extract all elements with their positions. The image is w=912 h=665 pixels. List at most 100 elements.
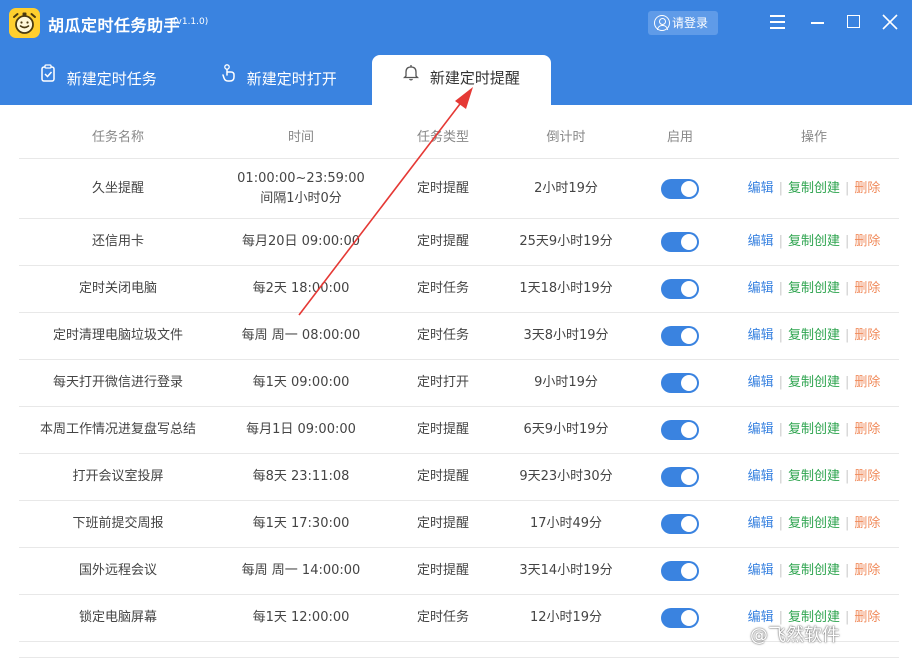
enable-toggle[interactable]	[661, 514, 699, 534]
enable-toggle-cell	[631, 360, 729, 406]
copy-create-link[interactable]: 复制创建	[788, 375, 840, 390]
task-actions: 编辑 | 复制创建 | 删除	[729, 454, 899, 500]
header-time: 时间	[287, 129, 314, 145]
task-actions: 编辑 | 复制创建 | 删除	[729, 266, 899, 312]
ops-separator: |	[845, 422, 850, 437]
ops-separator: |	[845, 328, 850, 343]
task-time: 每1天 17:30:00	[252, 516, 350, 531]
copy-create-link[interactable]: 复制创建	[788, 234, 840, 249]
tab-label: 新建定时任务	[66, 70, 157, 88]
enable-toggle-cell	[631, 407, 729, 453]
edit-link[interactable]: 编辑	[748, 328, 774, 343]
task-type: 定时提醒	[416, 234, 469, 249]
copy-create-link[interactable]: 复制创建	[788, 516, 840, 531]
ops-separator: |	[778, 328, 783, 343]
delete-link[interactable]: 删除	[854, 516, 880, 531]
ops-separator: |	[845, 180, 850, 196]
enable-toggle[interactable]	[661, 608, 699, 628]
table-row: 定时清理电脑垃圾文件 每周 周一 08:00:00 定时任务 3天8小时19分 编辑 | 复…	[19, 313, 899, 360]
enable-toggle[interactable]	[661, 279, 699, 299]
enable-toggle[interactable]	[661, 561, 699, 581]
bell-icon	[403, 53, 420, 100]
task-time: 每周 周一 14:00:00	[241, 563, 361, 578]
task-type: 定时提醒	[416, 563, 469, 578]
edit-link[interactable]: 编辑	[748, 516, 774, 531]
task-time: 每周 周一 08:00:00	[241, 328, 361, 343]
edit-link[interactable]: 编辑	[748, 234, 774, 249]
tab-label: 新建定时提醒	[429, 69, 520, 87]
enable-toggle[interactable]	[661, 373, 699, 393]
ops-separator: |	[845, 375, 850, 390]
enable-toggle[interactable]	[661, 420, 699, 440]
tab-new-scheduled-open[interactable]: 新建定时打开	[222, 56, 372, 105]
edit-link[interactable]: 编辑	[748, 422, 774, 437]
enable-toggle[interactable]	[661, 467, 699, 487]
task-time: 每8天 23:11:08	[252, 469, 350, 484]
task-type: 定时提醒	[416, 422, 469, 437]
menu-icon[interactable]	[768, 12, 788, 32]
delete-link[interactable]: 删除	[854, 181, 880, 196]
task-type: 定时提醒	[416, 180, 469, 196]
task-time: 每1天 09:00:00	[252, 375, 350, 390]
login-label: 请登录	[672, 16, 709, 30]
task-time: 每月1日 09:00:00	[246, 422, 356, 437]
ops-separator: |	[845, 234, 850, 249]
maximize-icon[interactable]	[844, 12, 864, 32]
delete-link[interactable]: 删除	[854, 422, 880, 437]
delete-link[interactable]: 删除	[854, 281, 880, 296]
edit-link[interactable]: 编辑	[748, 181, 774, 196]
ops-separator: |	[778, 180, 783, 196]
delete-link[interactable]: 删除	[854, 563, 880, 578]
enable-toggle[interactable]	[661, 232, 699, 252]
copy-create-link[interactable]: 复制创建	[788, 328, 840, 343]
clipboard-check-icon	[40, 54, 56, 101]
copy-create-link[interactable]: 复制创建	[788, 181, 840, 196]
enable-toggle[interactable]	[661, 326, 699, 346]
task-type: 定时任务	[416, 281, 469, 296]
task-name: 本周工作情况进复盘写总结	[39, 422, 196, 437]
task-name: 每天打开微信进行登录	[52, 375, 183, 390]
hand-pointer-icon	[222, 54, 236, 101]
ops-separator: |	[778, 516, 783, 531]
task-countdown: 1天18小时19分	[519, 281, 613, 296]
delete-link[interactable]: 删除	[854, 469, 880, 484]
delete-link[interactable]: 删除	[854, 234, 880, 249]
header-enabled: 启用	[666, 129, 693, 145]
tab-new-scheduled-task[interactable]: 新建定时任务	[40, 56, 220, 105]
ops-separator: |	[778, 234, 783, 249]
close-icon[interactable]	[880, 12, 900, 32]
task-name: 还信用卡	[91, 234, 144, 249]
table-row: 久坐提醒 01:00:00~23:59:00 间隔1小时0分 定时提醒 2小时19分 编…	[19, 159, 899, 219]
delete-link[interactable]: 删除	[854, 610, 880, 625]
copy-create-link[interactable]: 复制创建	[788, 281, 840, 296]
edit-link[interactable]: 编辑	[748, 563, 774, 578]
task-name: 下班前提交周报	[72, 516, 164, 531]
task-name: 久坐提醒	[91, 180, 144, 196]
table-row: 本周工作情况进复盘写总结 每月1日 09:00:00 定时提醒 6天9小时19分 编辑 |…	[19, 407, 899, 454]
edit-link[interactable]: 编辑	[748, 281, 774, 296]
copy-create-link[interactable]: 复制创建	[788, 422, 840, 437]
minimize-icon[interactable]	[808, 12, 828, 32]
edit-link[interactable]: 编辑	[748, 375, 774, 390]
enable-toggle-cell	[631, 266, 729, 312]
ops-separator: |	[845, 469, 850, 484]
copy-create-link[interactable]: 复制创建	[788, 469, 840, 484]
tab-new-scheduled-reminder[interactable]: 新建定时提醒	[372, 55, 551, 105]
ops-separator: |	[845, 610, 850, 625]
enable-toggle[interactable]	[661, 178, 699, 199]
task-name: 定时清理电脑垃圾文件	[52, 328, 183, 343]
table-row: 下班前提交周报 每1天 17:30:00 定时提醒 17小时49分 编辑 | 复制创建 | 删除	[19, 501, 899, 548]
task-countdown: 2小时19分	[534, 180, 598, 196]
enable-toggle-cell	[631, 501, 729, 547]
login-button[interactable]: 请登录	[648, 11, 718, 35]
enable-toggle-cell	[631, 219, 729, 265]
header-countdown: 倒计时	[546, 129, 586, 145]
task-name: 定时关闭电脑	[78, 281, 157, 296]
delete-link[interactable]: 删除	[854, 375, 880, 390]
user-icon	[654, 15, 670, 31]
table-row: 还信用卡 每月20日 09:00:00 定时提醒 25天9小时19分 编辑 | 复制创建 | 删…	[19, 219, 899, 266]
edit-link[interactable]: 编辑	[748, 469, 774, 484]
delete-link[interactable]: 删除	[854, 328, 880, 343]
copy-create-link[interactable]: 复制创建	[788, 563, 840, 578]
enable-toggle-cell	[631, 313, 729, 359]
